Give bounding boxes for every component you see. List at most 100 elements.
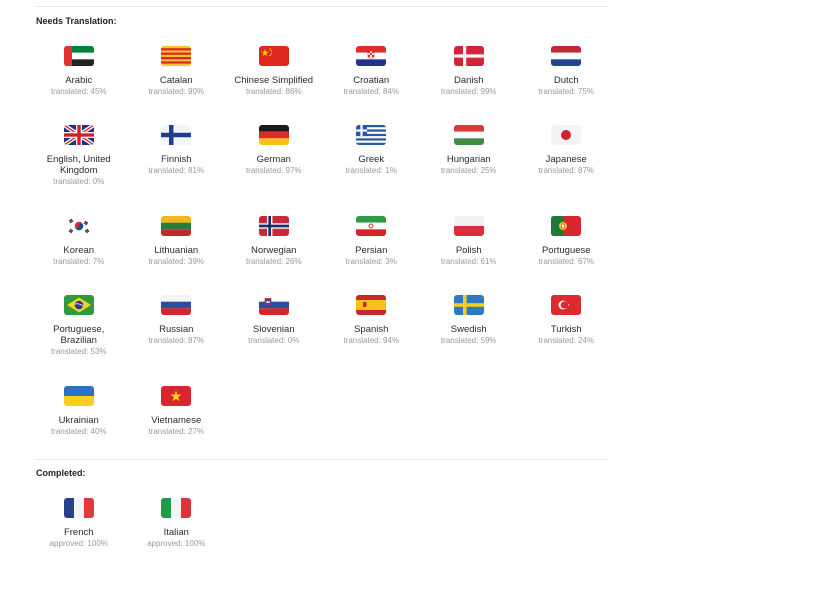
poland-flag-icon	[453, 216, 484, 236]
translation-progress: translated: 0%	[248, 336, 300, 345]
language-name: Polish	[455, 245, 482, 256]
language-name: Vietnamese	[151, 415, 202, 426]
translation-progress: translated: 81%	[148, 166, 205, 175]
translation-progress: translated: 3%	[345, 257, 397, 266]
language-card-turkish[interactable]: Turkish translated: 24%	[518, 295, 616, 386]
language-card-korean[interactable]: Korean translated: 7%	[30, 216, 128, 295]
translation-progress: translated: 94%	[343, 336, 400, 345]
italy-flag-icon	[161, 498, 192, 518]
needs-translation-grid: Arabic translated: 45% Catalan translated: …	[30, 46, 614, 465]
language-name: Spanish	[354, 324, 389, 335]
translation-progress: translated: 86%	[245, 87, 302, 96]
lithuania-flag-icon	[161, 216, 192, 236]
language-card-spanish[interactable]: Spanish translated: 94%	[323, 295, 421, 386]
greece-flag-icon	[356, 125, 387, 145]
translation-progress: translated: 99%	[440, 87, 497, 96]
translation-progress: translated: 84%	[343, 87, 400, 96]
language-name: Turkish	[550, 324, 582, 335]
translation-progress: approved: 100%	[49, 539, 108, 548]
translation-progress: translated: 59%	[440, 336, 497, 345]
hungary-flag-icon	[453, 125, 484, 145]
language-name: Arabic	[65, 75, 93, 86]
language-card-catalan[interactable]: Catalan translated: 90%	[128, 46, 226, 125]
language-card-greek[interactable]: Greek translated: 1%	[323, 125, 421, 216]
translation-progress: translated: 25%	[440, 166, 497, 175]
translation-progress: translated: 45%	[50, 87, 107, 96]
language-card-slovenian[interactable]: Slovenian translated: 0%	[225, 295, 323, 386]
language-card-english-united-kingdom[interactable]: English, United Kingdom translated: 0%	[30, 125, 128, 216]
vietnam-flag-icon	[161, 386, 192, 406]
catalonia-flag-icon	[161, 46, 192, 66]
japan-flag-icon	[551, 125, 582, 145]
turkey-flag-icon	[551, 295, 582, 315]
uae-flag-icon	[63, 46, 94, 66]
language-card-finnish[interactable]: Finnish translated: 81%	[128, 125, 226, 216]
uk-flag-icon	[63, 125, 94, 145]
translation-progress: translated: 27%	[148, 427, 205, 436]
language-card-persian[interactable]: Persian translated: 3%	[323, 216, 421, 295]
language-card-portuguese[interactable]: Portuguese translated: 67%	[518, 216, 616, 295]
language-name: Korean	[63, 245, 95, 256]
language-card-vietnamese[interactable]: Vietnamese translated: 27%	[128, 386, 226, 465]
language-name: Ukrainian	[58, 415, 99, 426]
translation-progress: translated: 90%	[148, 87, 205, 96]
translation-progress: translated: 40%	[50, 427, 107, 436]
france-flag-icon	[63, 498, 94, 518]
translation-progress: translated: 7%	[53, 257, 105, 266]
language-name: Persian	[355, 245, 388, 256]
ukraine-flag-icon	[63, 386, 94, 406]
language-name: French	[63, 527, 94, 538]
language-name: Norwegian	[251, 245, 297, 256]
language-name: English, United Kingdom	[46, 154, 111, 176]
language-card-russian[interactable]: Russian translated: 87%	[128, 295, 226, 386]
language-card-norwegian[interactable]: Norwegian translated: 26%	[225, 216, 323, 295]
norway-flag-icon	[258, 216, 289, 236]
language-card-polish[interactable]: Polish translated: 61%	[420, 216, 518, 295]
completed-heading: Completed:	[36, 468, 86, 478]
language-card-italian[interactable]: Italian approved: 100%	[128, 498, 226, 577]
netherlands-flag-icon	[551, 46, 582, 66]
russia-flag-icon	[161, 295, 192, 315]
brazil-flag-icon	[63, 295, 94, 315]
translation-progress: translated: 24%	[538, 336, 595, 345]
translation-progress: translated: 87%	[538, 166, 595, 175]
language-card-swedish[interactable]: Swedish translated: 59%	[420, 295, 518, 386]
translation-progress: translated: 1%	[345, 166, 397, 175]
iran-flag-icon	[356, 216, 387, 236]
finland-flag-icon	[161, 125, 192, 145]
language-name: Portuguese	[541, 245, 591, 256]
south-korea-flag-icon	[63, 216, 94, 236]
language-name: Dutch	[553, 75, 579, 86]
language-name: Portuguese, Brazilian	[53, 324, 105, 346]
language-card-portuguese-brazilian[interactable]: Portuguese, Brazilian translated: 53%	[30, 295, 128, 386]
translation-progress: translated: 53%	[50, 347, 107, 356]
croatia-flag-icon	[356, 46, 387, 66]
language-card-dutch[interactable]: Dutch translated: 75%	[518, 46, 616, 125]
language-name: Lithuanian	[154, 245, 199, 256]
language-name: Finnish	[160, 154, 192, 165]
language-name: Italian	[163, 527, 189, 538]
language-name: Slovenian	[252, 324, 295, 335]
language-card-hungarian[interactable]: Hungarian translated: 25%	[420, 125, 518, 216]
language-name: Greek	[358, 154, 385, 165]
language-card-arabic[interactable]: Arabic translated: 45%	[30, 46, 128, 125]
portugal-flag-icon	[551, 216, 582, 236]
germany-flag-icon	[258, 125, 289, 145]
language-card-ukrainian[interactable]: Ukrainian translated: 40%	[30, 386, 128, 465]
spain-flag-icon	[356, 295, 387, 315]
translation-progress: translated: 97%	[245, 166, 302, 175]
completed-grid: French approved: 100% Italian approved: 100…	[30, 498, 614, 577]
language-card-german[interactable]: German translated: 97%	[225, 125, 323, 216]
translation-progress: translated: 0%	[53, 177, 105, 186]
top-divider	[36, 6, 608, 7]
sweden-flag-icon	[453, 295, 484, 315]
language-card-lithuanian[interactable]: Lithuanian translated: 39%	[128, 216, 226, 295]
language-card-danish[interactable]: Danish translated: 99%	[420, 46, 518, 125]
language-card-french[interactable]: French approved: 100%	[30, 498, 128, 577]
translation-progress: translated: 75%	[538, 87, 595, 96]
language-card-chinese-simplified[interactable]: Chinese Simplified translated: 86%	[225, 46, 323, 125]
language-name: German	[256, 154, 291, 165]
slovenia-flag-icon	[258, 295, 289, 315]
language-card-croatian[interactable]: Croatian translated: 84%	[323, 46, 421, 125]
language-card-japanese[interactable]: Japanese translated: 87%	[518, 125, 616, 216]
